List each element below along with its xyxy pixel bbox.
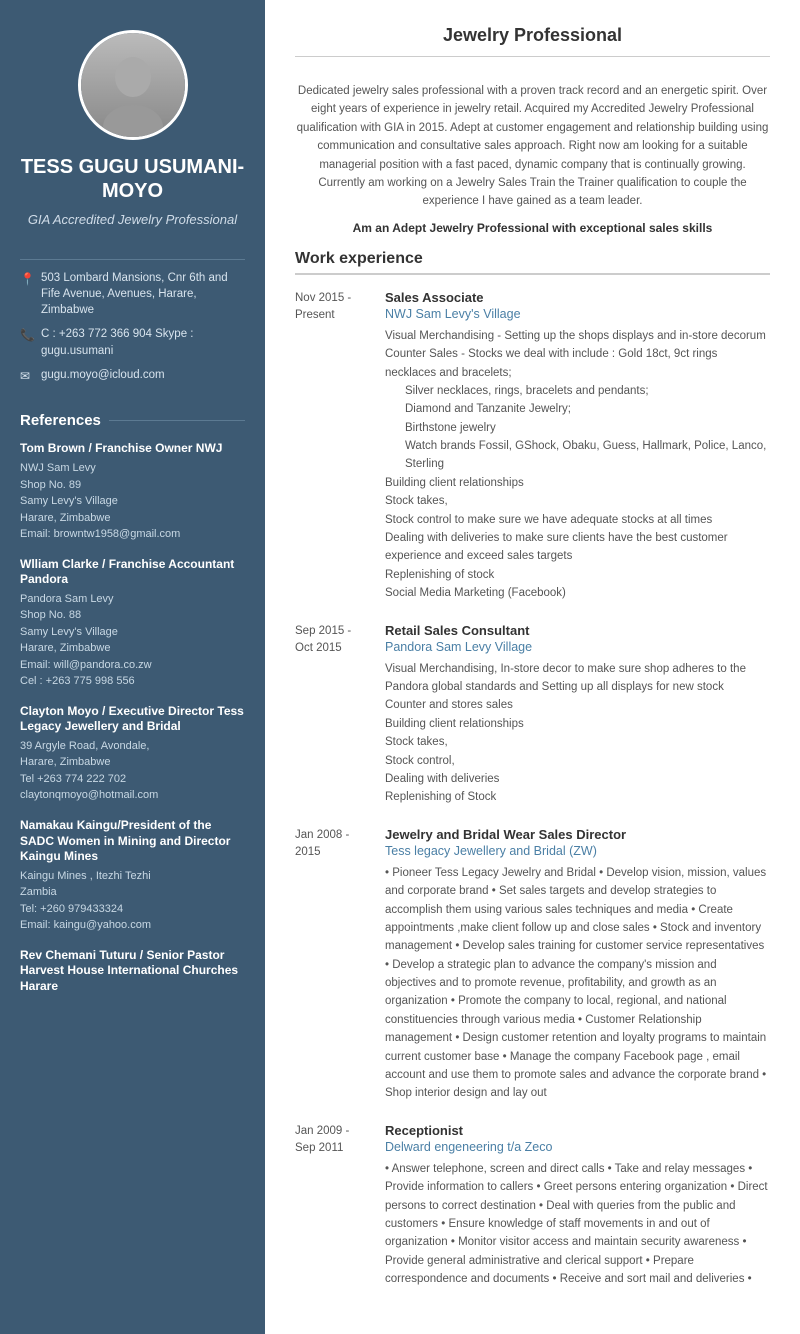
- work-date: Nov 2015 -Present: [295, 290, 385, 603]
- ref-detail: Shop No. 88: [20, 607, 245, 624]
- ref-detail: Cel : +263 775 998 556: [20, 673, 245, 690]
- work-content: Sales Associate NWJ Sam Levy's Village Vis…: [385, 290, 770, 603]
- work-date: Jan 2008 -2015: [295, 827, 385, 1103]
- work-desc: Visual Merchandising, In-store decor to …: [385, 660, 770, 807]
- ref-detail: NWJ Sam Levy: [20, 460, 245, 477]
- work-entry: Jan 2008 -2015Jewelry and Bridal Wear Sa…: [295, 827, 770, 1103]
- main-header: Jewelry Professional: [295, 25, 770, 67]
- work-company: NWJ Sam Levy's Village: [385, 307, 770, 321]
- summary-bold: Am an Adept Jewelry Professional with ex…: [295, 221, 770, 235]
- work-list: Nov 2015 -PresentSales Associate NWJ Sam …: [295, 290, 770, 1289]
- reference-item: Wlliam Clarke / Franchise Accountant Pan…: [20, 557, 245, 690]
- ref-detail: Harare, Zimbabwe: [20, 640, 245, 657]
- reference-item: Rev Chemani Tuturu / Senior Pastor Harve…: [20, 948, 245, 995]
- candidate-name: TESS GUGU USUMANI-MOYO: [20, 155, 245, 203]
- ref-detail: Harare, Zimbabwe: [20, 754, 245, 771]
- ref-name: Namakau Kaingu/President of the SADC Wom…: [20, 818, 245, 865]
- reference-item: Tom Brown / Franchise Owner NWJ NWJ Sam L…: [20, 441, 245, 542]
- summary-text: Dedicated jewelry sales professional wit…: [295, 82, 770, 211]
- ref-detail: Shop No. 89: [20, 477, 245, 494]
- contact-section: 📍 503 Lombard Mansions, Cnr 6th and Fife…: [20, 270, 245, 392]
- work-experience-header: Work experience: [295, 250, 770, 275]
- contact-address: 📍 503 Lombard Mansions, Cnr 6th and Fife…: [20, 270, 245, 318]
- phone-icon: 📞: [20, 327, 34, 344]
- work-company: Delward engeneering t/a Zeco: [385, 1140, 770, 1154]
- work-content: Jewelry and Bridal Wear Sales Director Te…: [385, 827, 770, 1103]
- work-content: Receptionist Delward engeneering t/a Zeco…: [385, 1123, 770, 1289]
- contact-phone: 📞 C : +263 772 366 904 Skype : gugu.usum…: [20, 326, 245, 358]
- avatar: [78, 30, 188, 140]
- profession-title: Jewelry Professional: [295, 25, 770, 46]
- ref-name: Wlliam Clarke / Franchise Accountant Pan…: [20, 557, 245, 588]
- ref-detail: Email: browntw1958@gmail.com: [20, 526, 245, 543]
- work-job-title: Jewelry and Bridal Wear Sales Director: [385, 827, 770, 842]
- references-line: [109, 420, 245, 421]
- references-title: References: [20, 412, 101, 429]
- ref-detail: Email: kaingu@yahoo.com: [20, 917, 245, 934]
- ref-name: Clayton Moyo / Executive Director Tess L…: [20, 704, 245, 735]
- work-content: Retail Sales Consultant Pandora Sam Levy …: [385, 623, 770, 807]
- ref-detail: Zambia: [20, 884, 245, 901]
- ref-detail: Email: will@pandora.co.zw: [20, 657, 245, 674]
- email-icon: ✉: [20, 368, 34, 385]
- sidebar-divider-1: [20, 259, 245, 260]
- ref-name: Tom Brown / Franchise Owner NWJ: [20, 441, 245, 457]
- ref-detail: 39 Argyle Road, Avondale,: [20, 738, 245, 755]
- work-desc: • Pioneer Tess Legacy Jewelry and Bridal…: [385, 864, 770, 1103]
- ref-detail: Harare, Zimbabwe: [20, 510, 245, 527]
- ref-detail: Tel +263 774 222 702: [20, 771, 245, 788]
- work-entry: Nov 2015 -PresentSales Associate NWJ Sam …: [295, 290, 770, 603]
- work-job-title: Retail Sales Consultant: [385, 623, 770, 638]
- ref-detail: Kaingu Mines , Itezhi Tezhi: [20, 868, 245, 885]
- work-company: Tess legacy Jewellery and Bridal (ZW): [385, 844, 770, 858]
- ref-detail: Tel: +260 979433324: [20, 901, 245, 918]
- location-icon: 📍: [20, 271, 34, 288]
- references-section: References Tom Brown / Franchise Owner N…: [20, 412, 245, 1008]
- work-desc: • Answer telephone, screen and direct ca…: [385, 1160, 770, 1289]
- sidebar: TESS GUGU USUMANI-MOYO GIA Accredited Je…: [0, 0, 265, 1334]
- references-header: References: [20, 412, 245, 429]
- contact-email: ✉ gugu.moyo@icloud.com: [20, 367, 245, 385]
- work-company: Pandora Sam Levy Village: [385, 640, 770, 654]
- work-job-title: Sales Associate: [385, 290, 770, 305]
- references-list: Tom Brown / Franchise Owner NWJ NWJ Sam L…: [20, 441, 245, 994]
- reference-item: Namakau Kaingu/President of the SADC Wom…: [20, 818, 245, 934]
- ref-detail: Pandora Sam Levy: [20, 591, 245, 608]
- work-date: Jan 2009 -Sep 2011: [295, 1123, 385, 1289]
- candidate-title: GIA Accredited Jewelry Professional: [28, 211, 237, 229]
- work-entry: Jan 2009 -Sep 2011Receptionist Delward en…: [295, 1123, 770, 1289]
- ref-detail: Samy Levy's Village: [20, 493, 245, 510]
- ref-name: Rev Chemani Tuturu / Senior Pastor Harve…: [20, 948, 245, 995]
- work-desc: Visual Merchandising - Setting up the sh…: [385, 327, 770, 603]
- ref-detail: Samy Levy's Village: [20, 624, 245, 641]
- work-job-title: Receptionist: [385, 1123, 770, 1138]
- main-content: Jewelry Professional Dedicated jewelry s…: [265, 0, 800, 1334]
- reference-item: Clayton Moyo / Executive Director Tess L…: [20, 704, 245, 804]
- work-entry: Sep 2015 -Oct 2015Retail Sales Consultan…: [295, 623, 770, 807]
- work-date: Sep 2015 -Oct 2015: [295, 623, 385, 807]
- ref-detail: claytonqmoyo@hotmail.com: [20, 787, 245, 804]
